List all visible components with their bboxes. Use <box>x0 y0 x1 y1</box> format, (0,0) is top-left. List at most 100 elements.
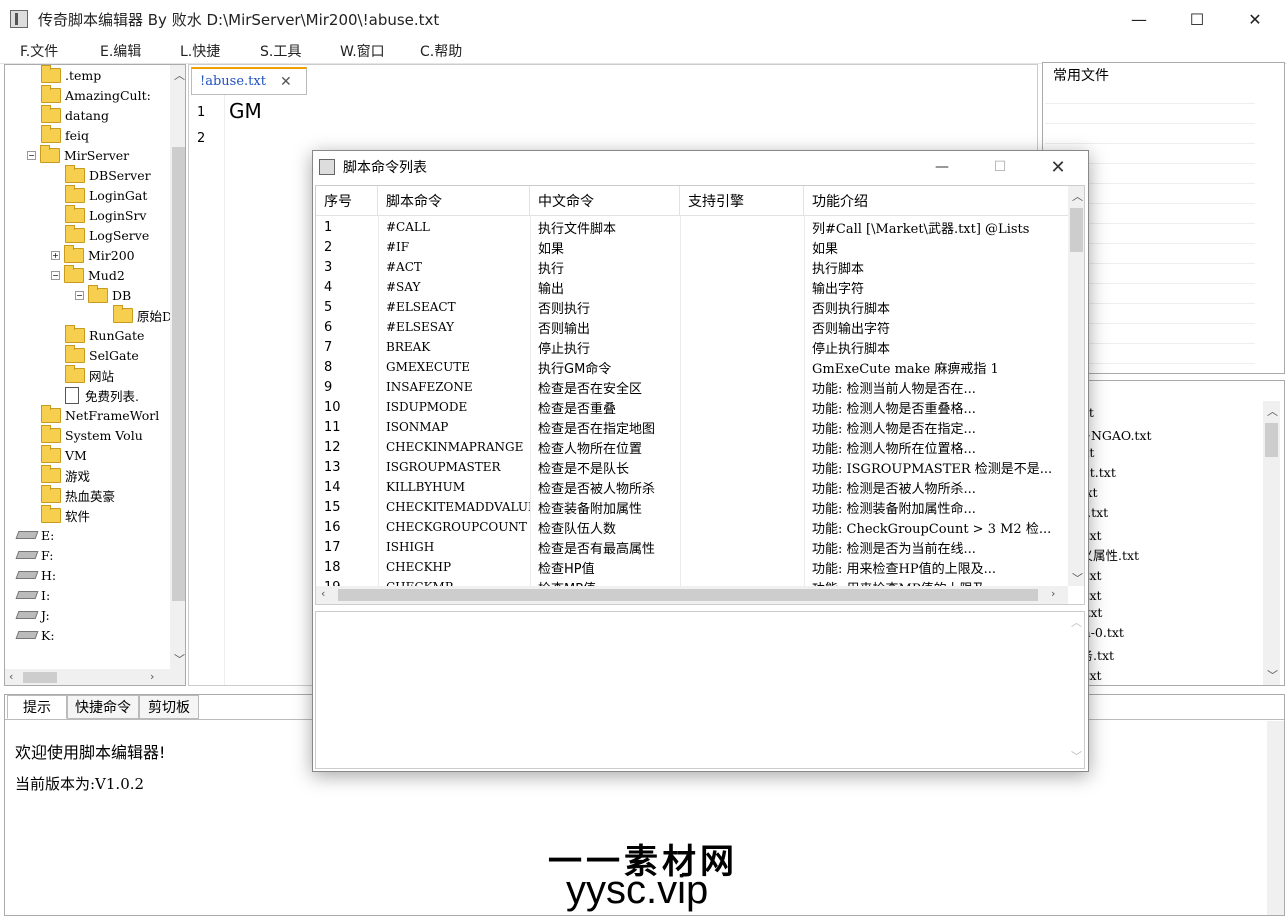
tree-node[interactable]: DBServer <box>65 164 151 185</box>
detail-vertical-scrollbar[interactable]: ︿ ﹀ <box>1067 612 1084 768</box>
tree-node[interactable]: .temp <box>41 65 101 85</box>
dialog-maximize-button[interactable]: ☐ <box>971 151 1029 183</box>
tree-node[interactable]: K: <box>15 625 55 645</box>
scroll-right-icon[interactable]: › <box>150 670 154 683</box>
table-row[interactable]: 10 ISDUPMODE 检查是否重叠 功能: 检测人物是否重叠格... <box>316 397 1068 417</box>
header-index[interactable]: 序号 <box>316 186 378 216</box>
table-row[interactable]: 2 #IF 如果 如果 <box>316 237 1068 257</box>
code-line[interactable]: GM <box>229 99 262 123</box>
tree-node[interactable]: 软件 <box>41 504 90 525</box>
expand-icon[interactable]: + <box>51 250 60 260</box>
scroll-left-icon[interactable]: ‹ <box>9 670 13 683</box>
scroll-up-icon[interactable]: ︿ <box>1071 614 1082 630</box>
table-row[interactable]: 17 ISHIGH 检查是否有最高属性 功能: 检测是否为当前在线... <box>316 537 1068 557</box>
table-row[interactable]: 12 CHECKINMAPRANGE 检查人物所在位置 功能: 检测人物所在位置格..… <box>316 437 1068 457</box>
tree-node[interactable]: NetFrameWorl <box>41 404 159 425</box>
header-engine[interactable]: 支持引擎 <box>680 186 804 216</box>
table-horizontal-scrollbar[interactable]: ‹ › <box>316 586 1068 604</box>
tree-node[interactable]: F: <box>15 545 53 565</box>
tree-node[interactable]: VM <box>41 444 87 465</box>
table-row[interactable]: 16 CHECKGROUPCOUNT 检查队伍人数 功能: CheckGroupCou… <box>316 517 1068 537</box>
menu-help[interactable]: C.帮助 <box>400 41 480 61</box>
table-row[interactable]: 14 KILLBYHUM 检查是否被人物所杀 功能: 检测是否被人物所杀... <box>316 477 1068 497</box>
scroll-thumb[interactable] <box>23 672 57 683</box>
scroll-right-icon[interactable]: › <box>1051 587 1055 600</box>
tree-node[interactable]: 网站 <box>65 364 114 385</box>
table-row[interactable]: 9 INSAFEZONE 检查是否在安全区 功能: 检测当前人物是否在... <box>316 377 1068 397</box>
dialog-close-button[interactable]: ✕ <box>1029 151 1087 183</box>
scroll-down-icon[interactable]: ﹀ <box>1072 570 1083 586</box>
table-row[interactable]: 13 ISGROUPMASTER 检查是不是队长 功能: ISGROUPMASTER … <box>316 457 1068 477</box>
tab-clipboard[interactable]: 剪切板 <box>139 695 199 719</box>
table-row[interactable]: 6 #ELSESAY 否则输出 否则输出字符 <box>316 317 1068 337</box>
menu-window[interactable]: W.窗口 <box>320 41 400 61</box>
scroll-up-icon[interactable]: ︿ <box>1267 403 1278 419</box>
table-row[interactable]: 1 #CALL 执行文件脚本 列#Call [\Market\武器.txt] @Lis… <box>316 217 1068 237</box>
menu-shortcut[interactable]: L.快捷 <box>160 41 240 61</box>
tree-node[interactable]: J: <box>15 605 50 625</box>
collapse-icon[interactable]: − <box>75 290 84 300</box>
table-row[interactable]: 7 BREAK 停止执行 停止执行脚本 <box>316 337 1068 357</box>
tree-node[interactable]: LogServe <box>65 224 149 245</box>
header-script-command[interactable]: 脚本命令 <box>378 186 530 216</box>
tree-node[interactable]: − MirServer <box>27 144 129 165</box>
tree-node[interactable]: LoginSrv <box>65 204 146 225</box>
table-row[interactable]: 4 #SAY 输出 输出字符 <box>316 277 1068 297</box>
tab-tips[interactable]: 提示 <box>7 695 67 719</box>
tree-node[interactable]: 游戏 <box>41 464 90 485</box>
tree-node[interactable]: 原始D <box>113 304 172 325</box>
tree-node[interactable]: I: <box>15 585 50 605</box>
menu-file[interactable]: F.文件 <box>0 41 80 61</box>
scroll-thumb[interactable] <box>172 147 185 601</box>
scroll-down-icon[interactable]: ﹀ <box>1267 667 1278 683</box>
header-chinese-command[interactable]: 中文命令 <box>530 186 680 216</box>
tree-horizontal-scrollbar[interactable]: ‹ › <box>5 669 185 685</box>
tree-node[interactable]: H: <box>15 565 56 585</box>
close-icon[interactable]: ✕ <box>280 74 292 90</box>
table-vertical-scrollbar[interactable]: ︿ ﹀ <box>1068 186 1084 586</box>
close-button[interactable]: ✕ <box>1226 0 1284 38</box>
scroll-thumb[interactable] <box>338 589 1038 601</box>
tree-node[interactable]: 免费列表. <box>65 385 139 405</box>
tree-node[interactable]: SelGate <box>65 344 139 365</box>
maximize-button[interactable]: ☐ <box>1168 0 1226 38</box>
tree-node[interactable]: + Mir200 <box>51 244 135 265</box>
scroll-thumb[interactable] <box>1070 208 1083 252</box>
tree-node[interactable]: − DB <box>75 284 131 305</box>
collapse-icon[interactable]: − <box>27 150 36 160</box>
dialog-minimize-button[interactable]: — <box>913 151 971 183</box>
tree-node[interactable]: RunGate <box>65 324 144 345</box>
tree-node[interactable]: − Mud2 <box>51 264 125 285</box>
scroll-down-icon[interactable]: ﹀ <box>1071 748 1082 764</box>
table-row[interactable]: 18 CHECKHP 检查HP值 功能: 用来检查HP值的上限及... <box>316 557 1068 577</box>
tree-node[interactable]: 热血英豪 <box>41 484 115 505</box>
tree-node[interactable]: feiq <box>41 124 89 145</box>
output-vertical-scrollbar[interactable] <box>1267 721 1284 915</box>
scroll-up-icon[interactable]: ︿ <box>174 67 185 83</box>
scroll-down-icon[interactable]: ﹀ <box>174 651 185 667</box>
table-row[interactable]: 5 #ELSEACT 否则执行 否则执行脚本 <box>316 297 1068 317</box>
table-row[interactable]: 11 ISONMAP 检查是否在指定地图 功能: 检测人物是否在指定... <box>316 417 1068 437</box>
table-row[interactable]: 15 CHECKITEMADDVALUE 检查装备附加属性 功能: 检测装备附加属性命… <box>316 497 1068 517</box>
tree-node[interactable]: AmazingCult: <box>41 84 151 105</box>
table-row[interactable]: 3 #ACT 执行 执行脚本 <box>316 257 1068 277</box>
tab-shortcut-commands[interactable]: 快捷命令 <box>67 695 139 719</box>
scroll-up-icon[interactable]: ︿ <box>1072 188 1083 204</box>
header-description[interactable]: 功能介绍 <box>804 186 1068 216</box>
menu-tools[interactable]: S.工具 <box>240 41 320 61</box>
minimize-button[interactable]: — <box>1110 0 1168 38</box>
tree-node[interactable]: datang <box>41 104 109 125</box>
table-row[interactable]: 8 GMEXECUTE 执行GM命令 GmExeCute make 麻痹戒指 1 <box>316 357 1068 377</box>
editor-tab[interactable]: !abuse.txt ✕ <box>191 67 307 95</box>
tree-node[interactable]: LoginGat <box>65 184 147 205</box>
command-detail-box[interactable]: ︿ ﹀ <box>315 611 1085 769</box>
tree-node[interactable]: E: <box>15 525 54 545</box>
scroll-thumb[interactable] <box>1265 423 1278 457</box>
tree-vertical-scrollbar[interactable]: ︿ ﹀ <box>170 65 185 669</box>
scroll-left-icon[interactable]: ‹ <box>321 587 325 600</box>
tree-node[interactable]: System Volu <box>41 424 143 445</box>
menu-edit[interactable]: E.编辑 <box>80 41 160 61</box>
recent-vertical-scrollbar[interactable]: ︿ ﹀ <box>1263 401 1280 685</box>
cell-description: 如果 <box>812 241 839 257</box>
collapse-icon[interactable]: − <box>51 270 60 280</box>
